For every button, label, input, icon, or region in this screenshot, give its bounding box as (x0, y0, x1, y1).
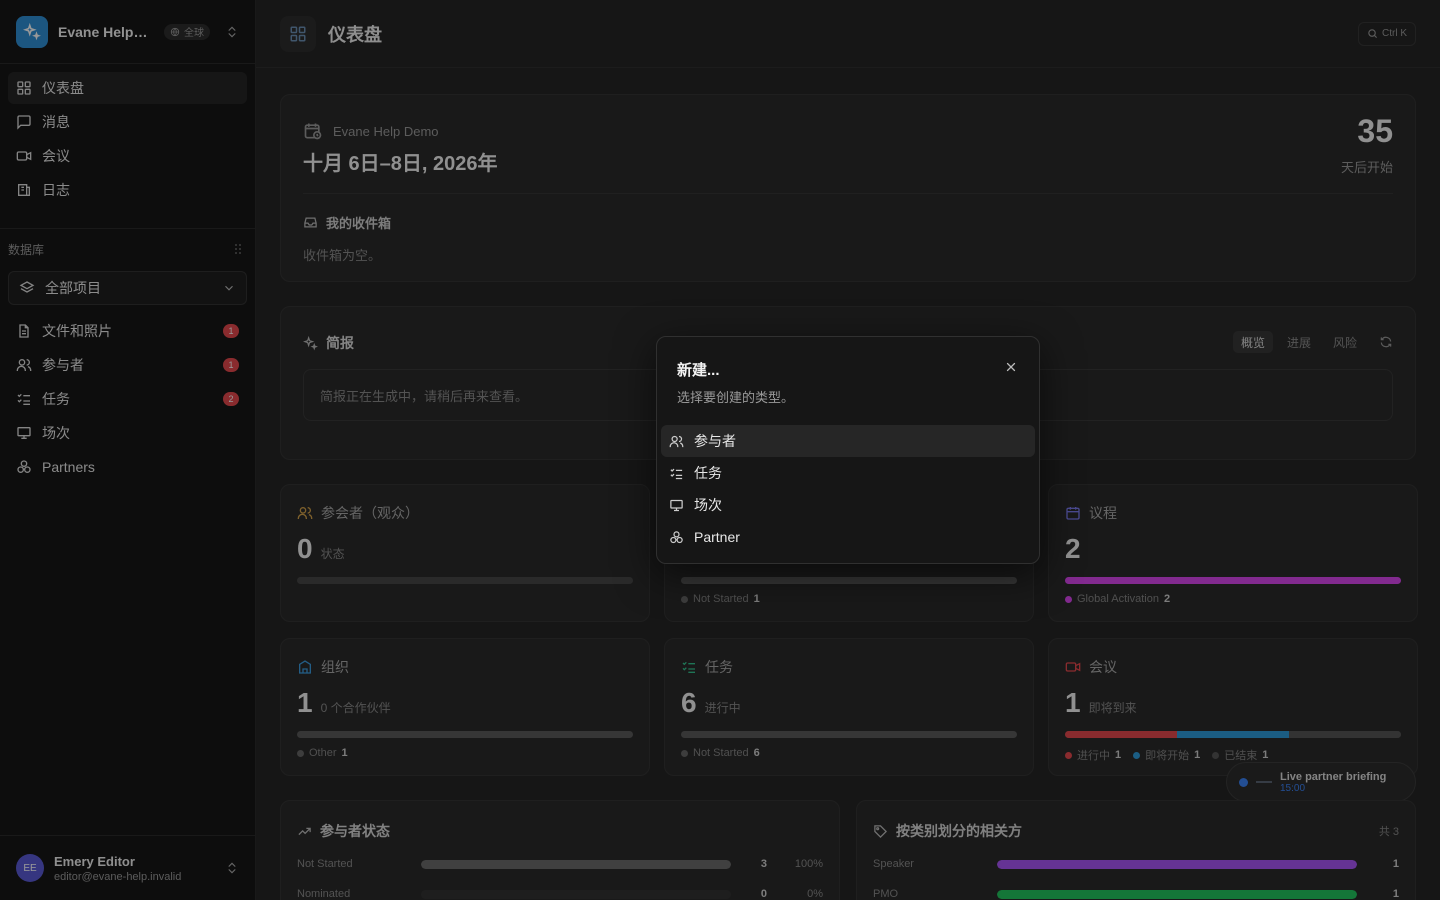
partners-icon (670, 530, 683, 543)
option-label: Partner (694, 529, 740, 545)
option-label: 场次 (694, 497, 722, 513)
users-icon (669, 435, 684, 447)
dialog-options: 参与者 任务 场次 Partner (661, 425, 1035, 553)
new-item-dialog: 新建... 选择要创建的类型。 参与者 任务 场次 Partner (656, 336, 1040, 564)
tasks-icon (670, 468, 683, 479)
option-label: 任务 (694, 465, 722, 481)
dialog-subtitle: 选择要创建的类型。 (677, 390, 795, 405)
option-participant[interactable]: 参与者 (661, 425, 1035, 457)
option-partner[interactable]: Partner (661, 521, 1035, 553)
option-label: 参与者 (694, 433, 736, 449)
session-icon (670, 499, 683, 511)
close-icon[interactable] (1001, 357, 1021, 377)
option-session[interactable]: 场次 (661, 489, 1035, 521)
dialog-title: 新建... (677, 362, 720, 379)
option-task[interactable]: 任务 (661, 457, 1035, 489)
